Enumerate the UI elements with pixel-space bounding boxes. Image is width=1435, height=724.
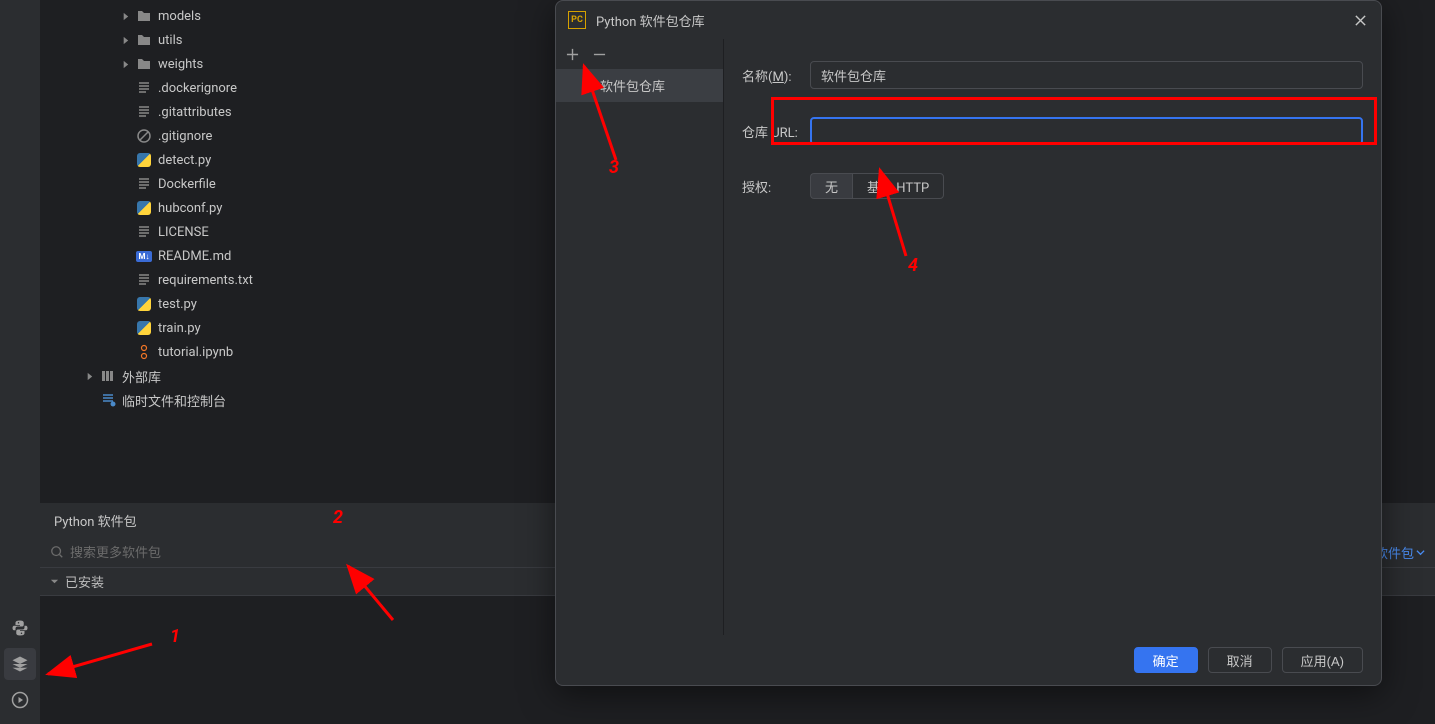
tree-item-label: README.md (158, 249, 231, 264)
chevron-right-icon (82, 369, 96, 383)
text-file-icon (136, 104, 152, 120)
auth-none-button[interactable]: 无 (810, 173, 852, 199)
markdown-icon: M↓ (136, 248, 152, 264)
name-label: 名称(M): (742, 66, 810, 85)
chevron-down-icon (50, 577, 59, 586)
close-button[interactable] (1351, 11, 1369, 29)
chevron-right-icon (118, 57, 132, 71)
auth-http-button[interactable]: 基本 HTTP (852, 173, 944, 199)
repo-url-input[interactable] (810, 117, 1363, 145)
ok-button[interactable]: 确定 (1134, 647, 1198, 673)
chevron-right-icon (118, 9, 132, 23)
folder-icon (136, 8, 152, 24)
tree-item-label: requirements.txt (158, 273, 253, 288)
tree-item-label: Dockerfile (158, 177, 216, 192)
tree-item-label: test.py (158, 297, 197, 312)
tree-item-label: 外部库 (122, 367, 161, 386)
library-icon (100, 368, 116, 384)
search-icon (50, 545, 64, 559)
tree-item-label: weights (158, 57, 203, 72)
repo-list-item[interactable]: 软件包仓库 (556, 69, 723, 102)
tree-item-label: detect.py (158, 153, 211, 168)
remove-repo-button[interactable] (593, 48, 606, 61)
url-label: 仓库 URL: (742, 122, 810, 141)
tree-item-label: .dockerignore (158, 81, 237, 96)
tree-item-label: 临时文件和控制台 (122, 391, 226, 410)
tree-item-label: LICENSE (158, 225, 209, 240)
dialog-title: Python 软件包仓库 (596, 11, 1341, 30)
text-file-icon (136, 176, 152, 192)
tree-item-label: train.py (158, 321, 201, 336)
chevron-down-icon (1416, 548, 1425, 557)
python-file-icon (136, 200, 152, 216)
cancel-button[interactable]: 取消 (1208, 647, 1272, 673)
python-file-icon (136, 320, 152, 336)
folder-icon (136, 56, 152, 72)
installed-label: 已安装 (65, 572, 104, 591)
packages-button[interactable] (4, 648, 36, 680)
auth-label: 授权: (742, 177, 810, 196)
tree-item-label: tutorial.ipynb (158, 345, 233, 360)
repo-list-pane: 软件包仓库 (556, 39, 724, 635)
text-file-icon (136, 272, 152, 288)
text-file-icon (136, 224, 152, 240)
repo-name-input[interactable] (810, 61, 1363, 89)
add-repo-button[interactable] (566, 48, 579, 61)
gitignore-icon (136, 128, 152, 144)
tree-item-label: models (158, 9, 201, 24)
left-toolbar (0, 0, 40, 724)
python-file-icon (136, 296, 152, 312)
services-button[interactable] (4, 684, 36, 716)
python-console-button[interactable] (4, 612, 36, 644)
tree-item-label: utils (158, 33, 182, 48)
close-icon (1354, 14, 1367, 27)
text-file-icon (136, 80, 152, 96)
tree-item-label: .gitattributes (158, 105, 232, 120)
jupyter-icon (136, 344, 152, 360)
apply-button[interactable]: 应用(A) (1282, 647, 1363, 673)
pycharm-icon: PC (568, 11, 586, 29)
chevron-right-icon (118, 33, 132, 47)
repository-dialog: PC Python 软件包仓库 软件包仓库 名称(M): 仓库 URL: 授权: (555, 0, 1382, 686)
tree-item-label: .gitignore (158, 129, 212, 144)
folder-icon (136, 32, 152, 48)
scratch-icon (100, 392, 116, 408)
tree-item-label: hubconf.py (158, 201, 222, 216)
python-file-icon (136, 152, 152, 168)
